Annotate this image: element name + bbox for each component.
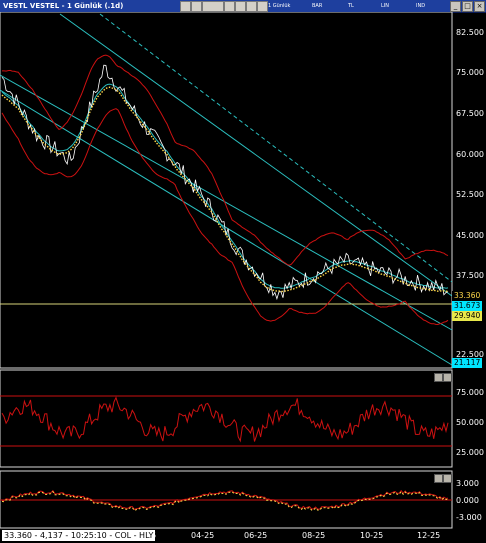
toolbar-tl-button[interactable]: TL xyxy=(348,0,354,12)
price-tick-52500: 52.500 xyxy=(456,190,484,199)
x-axis-label-08-25: 08-25 xyxy=(302,531,326,540)
rsi-panel-frame xyxy=(0,369,453,468)
price-tick-60000: 60.000 xyxy=(456,150,484,159)
osc-panel-close-button[interactable] xyxy=(443,474,452,483)
toolbar-button[interactable] xyxy=(180,1,191,12)
toolbar-button[interactable] xyxy=(257,1,268,12)
toolbar-button[interactable] xyxy=(235,1,246,12)
toolbar-button[interactable] xyxy=(224,1,235,12)
toolbar-button[interactable] xyxy=(191,1,202,12)
x-axis-label-12-25: 12-25 xyxy=(417,531,441,540)
low-price-tag: 21.117 xyxy=(452,358,483,368)
price-tick-82500: 82.500 xyxy=(456,28,484,37)
x-axis-label-06-25: 06-25 xyxy=(244,531,268,540)
rsi-tick-25: 25.000 xyxy=(456,448,484,457)
status-bar-readout: 33.360 - 4,137 - 10:25:10 - COL - HLY xyxy=(2,530,156,541)
price-tick-37500: 37.500 xyxy=(456,271,484,280)
maximize-button[interactable]: □ xyxy=(462,1,473,12)
window-title: VESTL VESTEL - 1 Günlük (.1d) xyxy=(3,2,124,10)
close-button[interactable]: × xyxy=(474,1,485,12)
x-axis-label-10-25: 10-25 xyxy=(360,531,384,540)
rsi-tick-50: 50.000 xyxy=(456,418,484,427)
toolbar-lin-button[interactable]: LIN xyxy=(381,0,389,12)
rsi-tick-75: 75.000 xyxy=(456,388,484,397)
osc-tick-neg3: -3.000 xyxy=(456,513,482,522)
osc-panel-menu-button[interactable] xyxy=(434,474,443,483)
minimize-button[interactable]: _ xyxy=(450,1,461,12)
rsi-panel-menu-button[interactable] xyxy=(434,373,443,382)
toolbar-button[interactable] xyxy=(202,1,224,12)
x-axis-label-04-25: 04-25 xyxy=(191,531,215,540)
current-price-tag: 31.673 xyxy=(452,301,483,311)
osc-tick-3: 3.000 xyxy=(456,479,479,488)
price-chart-canvas[interactable]: 82.500 75.000 67.500 60.000 52.500 45.00… xyxy=(0,12,486,530)
rsi-panel-close-button[interactable] xyxy=(443,373,452,382)
toolbar-bar-button[interactable]: BAR xyxy=(312,0,322,12)
toolbar-period-label[interactable]: 1 Günlük xyxy=(268,0,290,12)
level-price-tag: 29.940 xyxy=(452,311,483,321)
last-price-tag: 33.360 xyxy=(452,291,483,301)
osc-tick-0: 0.000 xyxy=(456,496,479,505)
toolbar-button[interactable] xyxy=(246,1,257,12)
price-tick-45000: 45.000 xyxy=(456,231,484,240)
price-panel-frame xyxy=(0,12,453,369)
price-tick-67500: 67.500 xyxy=(456,109,484,118)
price-tick-75000: 75.000 xyxy=(456,68,484,77)
toolbar-ind-button[interactable]: IND xyxy=(416,0,425,12)
